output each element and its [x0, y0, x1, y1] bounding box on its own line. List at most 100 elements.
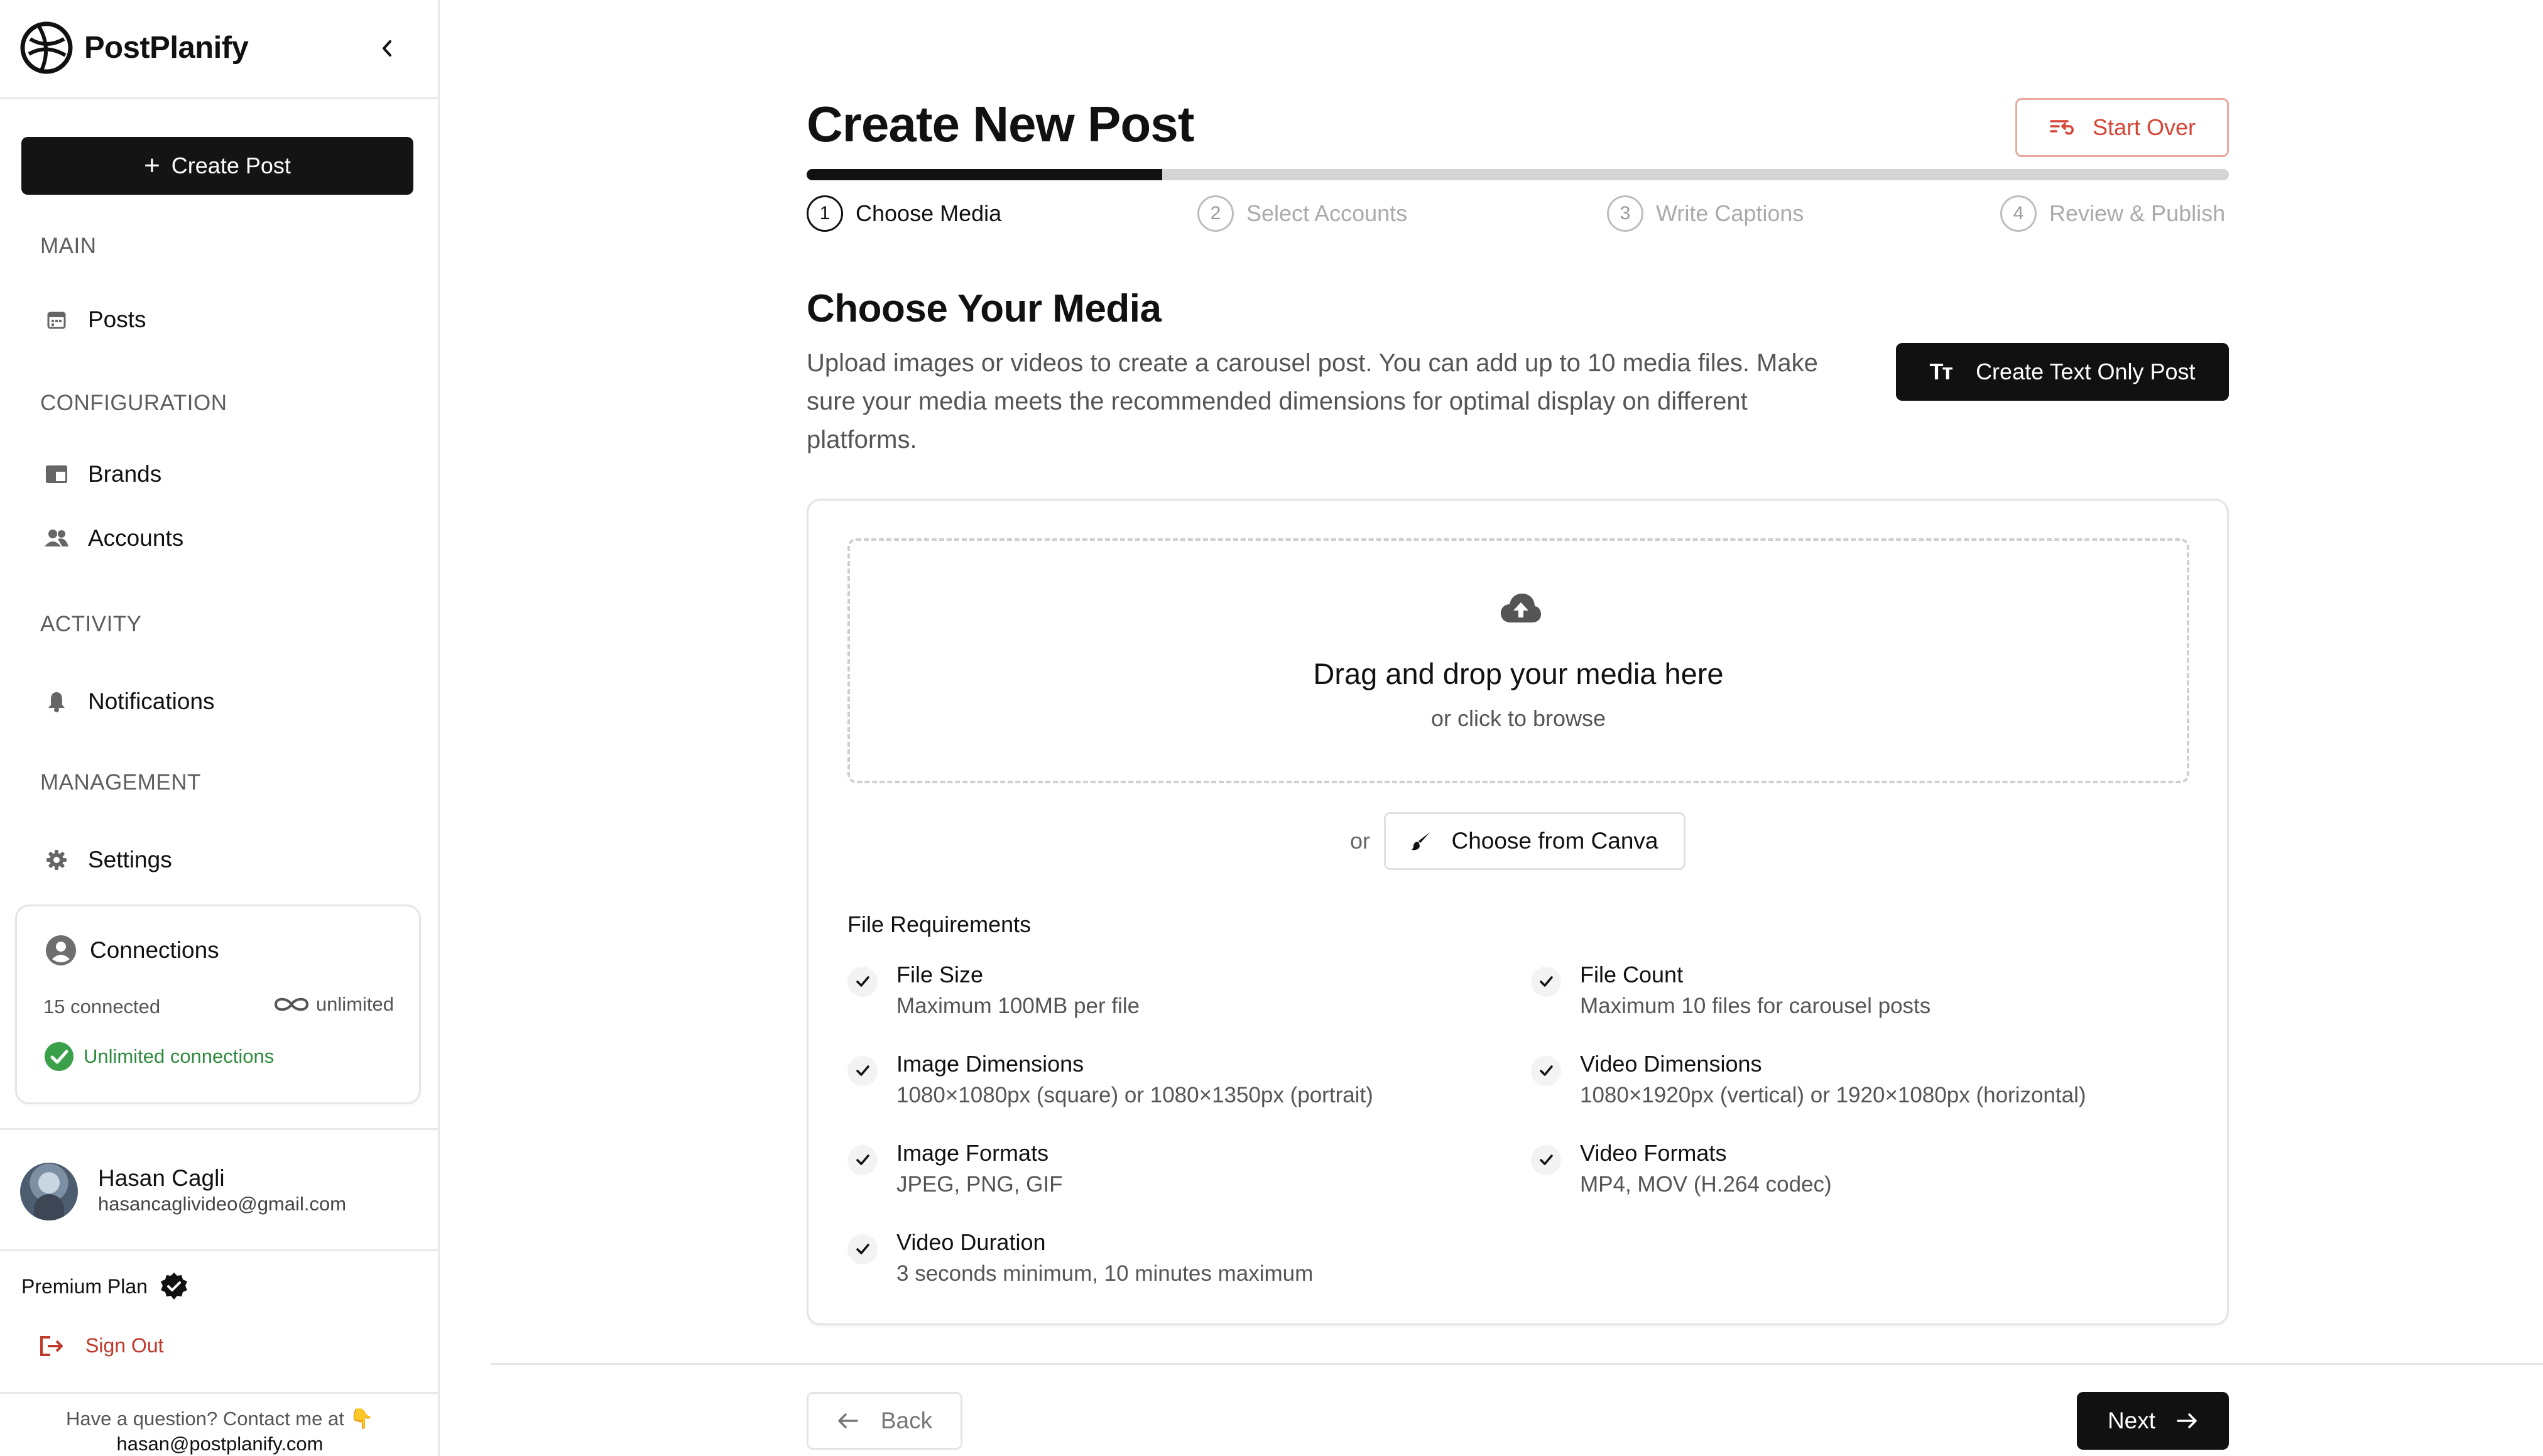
sidebar-item-brands[interactable]: Brands	[21, 450, 413, 499]
connections-status-text: Unlimited connections	[84, 1045, 275, 1067]
step-choose-media[interactable]: 1 Choose Media	[807, 195, 1001, 232]
sidebar-item-label: Posts	[88, 307, 146, 332]
or-separator: or	[1349, 828, 1370, 854]
contact-email[interactable]: hasan@postplanify.com	[0, 1432, 440, 1456]
contact-text: Have a question? Contact me at 👇	[65, 1408, 374, 1430]
sidebar: PostPlanify + Create Post MAIN Posts CON…	[0, 0, 440, 1456]
bell-icon	[30, 677, 83, 726]
connections-title: Connections	[90, 937, 219, 963]
start-over-button[interactable]: Start Over	[2015, 98, 2229, 157]
plan-badge: Premium Plan	[21, 1271, 189, 1301]
logout-icon	[40, 1335, 63, 1356]
check-icon	[1531, 967, 1561, 997]
step-review-publish[interactable]: 4 Review & Publish	[2000, 195, 2225, 232]
step-write-captions[interactable]: 3 Write Captions	[1607, 195, 1804, 232]
cloud-upload-icon	[1501, 594, 1541, 622]
media-dropzone[interactable]: Drag and drop your media here or click t…	[847, 538, 2189, 783]
check-icon	[1531, 1145, 1561, 1175]
step-label: Choose Media	[856, 200, 1002, 226]
progress-fill	[807, 169, 1162, 180]
check-icon	[847, 1234, 878, 1264]
requirement-title: Image Formats	[896, 1140, 1049, 1166]
verified-badge-icon	[160, 1273, 187, 1300]
connections-limit: unlimited	[272, 993, 394, 1016]
collapse-sidebar-button[interactable]	[374, 33, 400, 64]
check-icon	[847, 1145, 878, 1175]
alternative-source-row: or Choose from Canva	[809, 812, 2227, 870]
app-name: PostPlanify	[84, 31, 249, 65]
chevron-left-icon	[383, 40, 391, 57]
page-title: Create New Post	[807, 96, 1194, 152]
section-label-main: MAIN	[40, 234, 97, 258]
brand-card-icon	[30, 450, 83, 499]
requirement-item: File Count Maximum 10 files for carousel …	[1531, 959, 1930, 1022]
connections-card: Connections 15 connected unlimited Unlim…	[15, 905, 421, 1104]
requirement-item: Image Formats JPEG, PNG, GIF	[847, 1138, 1062, 1200]
sign-out-button[interactable]: Sign Out	[39, 1334, 164, 1357]
media-upload-card: Drag and drop your media here or click t…	[807, 499, 2229, 1325]
section-label-configuration: CONFIGURATION	[40, 391, 227, 415]
brand-header: PostPlanify	[0, 0, 440, 99]
requirement-title: Image Dimensions	[896, 1051, 1084, 1077]
requirement-desc: 1080×1080px (square) or 1080×1350px (por…	[896, 1083, 1373, 1107]
sidebar-item-label: Settings	[88, 847, 172, 872]
sidebar-item-settings[interactable]: Settings	[21, 835, 413, 884]
section-description: Upload images or videos to create a caro…	[807, 349, 1818, 454]
contact-info: Have a question? Contact me at 👇 hasan@p…	[0, 1392, 440, 1456]
connections-count: 15 connected	[43, 996, 161, 1018]
next-button[interactable]: Next	[2077, 1392, 2229, 1450]
check-circle-icon	[45, 1042, 74, 1071]
requirement-desc: 1080×1920px (vertical) or 1920×1080px (h…	[1580, 1083, 2086, 1107]
requirement-title: File Size	[896, 962, 984, 987]
requirement-title: File Count	[1580, 962, 1684, 987]
requirement-title: Video Formats	[1580, 1140, 1727, 1166]
start-over-label: Start Over	[2092, 114, 2196, 140]
step-number: 2	[1197, 195, 1234, 232]
section-title: Choose Your Media	[807, 287, 1162, 330]
requirement-item: Video Duration 3 seconds minimum, 10 minu…	[847, 1227, 1313, 1290]
sidebar-item-label: Notifications	[88, 688, 215, 714]
requirement-item: Image Dimensions 1080×1080px (square) or …	[847, 1048, 1373, 1111]
create-text-only-post-button[interactable]: Tт Create Text Only Post	[1896, 343, 2229, 401]
sidebar-item-notifications[interactable]: Notifications	[21, 677, 413, 726]
calendar-icon	[30, 295, 83, 344]
choose-from-canva-label: Choose from Canva	[1451, 828, 1658, 854]
create-post-button[interactable]: + Create Post	[21, 137, 413, 195]
plus-icon: +	[144, 150, 160, 181]
file-requirements-title: File Requirements	[847, 911, 1032, 937]
back-button[interactable]: Back	[807, 1392, 962, 1450]
requirement-desc: 3 seconds minimum, 10 minutes maximum	[896, 1261, 1314, 1286]
next-label: Next	[2107, 1408, 2156, 1433]
step-label: Write Captions	[1656, 200, 1804, 226]
check-icon	[847, 1056, 878, 1086]
requirement-item: Video Formats MP4, MOV (H.264 codec)	[1531, 1138, 1832, 1200]
sign-out-label: Sign Out	[85, 1334, 164, 1357]
footer-divider	[491, 1363, 2543, 1365]
infinity-icon	[274, 997, 308, 1011]
choose-from-canva-button[interactable]: Choose from Canva	[1384, 812, 1685, 870]
brush-icon	[1412, 832, 1430, 850]
step-select-accounts[interactable]: 2 Select Accounts	[1197, 195, 1407, 232]
requirement-desc: MP4, MOV (H.264 codec)	[1580, 1172, 1832, 1197]
sidebar-item-label: Accounts	[88, 525, 184, 551]
gear-icon	[30, 835, 83, 884]
requirement-title: Video Dimensions	[1580, 1051, 1762, 1077]
section-label-activity: ACTIVITY	[40, 612, 142, 636]
reset-list-icon	[2050, 120, 2074, 135]
connections-limit-text: unlimited	[315, 993, 394, 1015]
progress-bar	[807, 169, 2229, 180]
user-profile[interactable]: Hasan Cagli hasancaglivideo@gmail.com	[0, 1128, 440, 1251]
step-number: 3	[1607, 195, 1643, 232]
check-icon	[847, 967, 878, 997]
step-number: 1	[807, 195, 843, 232]
connections-header: Connections	[45, 934, 219, 967]
back-label: Back	[880, 1408, 933, 1433]
requirement-desc: Maximum 100MB per file	[896, 994, 1140, 1018]
text-format-icon: Tт	[1929, 359, 1953, 384]
avatar	[20, 1163, 78, 1220]
requirement-item: Video Dimensions 1080×1920px (vertical) o…	[1531, 1048, 2086, 1111]
requirement-title: Video Duration	[896, 1229, 1046, 1255]
sidebar-item-accounts[interactable]: Accounts	[21, 514, 413, 563]
sidebar-item-posts[interactable]: Posts	[21, 295, 413, 344]
logo-icon	[20, 21, 73, 74]
